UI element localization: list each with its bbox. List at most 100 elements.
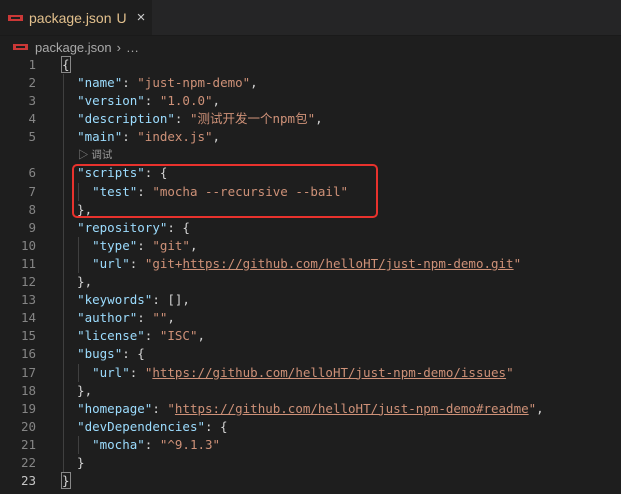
punctuation: ,: [197, 328, 206, 344]
close-icon[interactable]: ×: [137, 10, 146, 25]
line-number: 4: [28, 111, 36, 127]
json-key: "bugs": [77, 346, 123, 362]
code-line: 4 "description": "测试开发一个npm包",: [0, 110, 621, 128]
json-string: "index.js": [137, 129, 213, 145]
untracked-badge: U: [116, 9, 127, 26]
line-number: 20: [20, 418, 36, 434]
breadcrumb-more[interactable]: …: [126, 40, 139, 55]
code-line: 8 },: [0, 201, 621, 219]
line-number: 3: [28, 93, 36, 109]
code-text: "mocha": "^9.1.3": [62, 436, 220, 454]
code-text: "description": "测试开发一个npm包",: [62, 110, 323, 128]
punctuation: [62, 292, 77, 307]
code-text: "test": "mocha --recursive --bail": [62, 183, 348, 201]
chevron-right-icon: ›: [116, 39, 121, 55]
code-line: 7 "test": "mocha --recursive --bail": [0, 183, 621, 201]
code-text: "version": "1.0.0",: [62, 92, 220, 110]
indent-guide: [63, 74, 64, 473]
punctuation: :: [144, 436, 160, 452]
breadcrumb-file[interactable]: package.json: [35, 40, 112, 55]
line-number: 12: [20, 274, 36, 290]
punctuation: :: [144, 93, 160, 109]
punctuation: :: [137, 310, 153, 326]
punctuation: : {: [167, 219, 190, 235]
line-number: 17: [20, 364, 36, 380]
punctuation: [62, 310, 77, 325]
json-key: "license": [77, 328, 145, 344]
json-key: "description": [77, 111, 175, 127]
line-number: 22: [20, 454, 36, 470]
json-string: ": [506, 364, 514, 380]
code-text: "type": "git",: [62, 237, 197, 255]
indent-guide: [78, 363, 79, 382]
punctuation: :: [137, 183, 153, 199]
punctuation: :: [137, 237, 153, 253]
json-string: ": [167, 400, 175, 416]
code-text: "scripts": {: [62, 164, 167, 182]
code-line: 21 "mocha": "^9.1.3": [0, 436, 621, 454]
json-key: "url": [92, 364, 130, 380]
code-line: 16 "bugs": {: [0, 345, 621, 363]
code-text: "homepage": "https://github.com/helloHT/…: [62, 400, 544, 418]
json-string: "测试开发一个npm包": [189, 111, 316, 127]
punctuation: :: [129, 364, 145, 380]
json-key: "scripts": [77, 165, 145, 181]
json-key: "url": [92, 255, 130, 271]
punctuation: ,: [250, 75, 258, 91]
code-editor[interactable]: 1{2 "name": "just-npm-demo", 3 "version":…: [0, 56, 621, 490]
punctuation: },: [62, 274, 93, 290]
breadcrumb: package.json › …: [0, 36, 621, 58]
code-text: }: [62, 454, 85, 472]
line-number: 7: [28, 183, 36, 199]
punctuation: ,: [212, 129, 221, 145]
json-string[interactable]: https://github.com/helloHT/just-npm-demo…: [175, 401, 529, 416]
json-string: "mocha --recursive --bail": [152, 183, 348, 199]
punctuation: ,: [212, 93, 221, 109]
punctuation: [62, 93, 77, 108]
codelens-debug-link[interactable]: ▷ 调试: [78, 146, 112, 164]
code-line: 20 "devDependencies": {: [0, 418, 621, 436]
json-string: "ISC": [159, 328, 198, 344]
line-number: 2: [28, 75, 36, 91]
line-number: 21: [20, 436, 36, 452]
punctuation: [62, 346, 77, 361]
line-number: 1: [28, 57, 36, 72]
line-number: 11: [20, 255, 36, 271]
code-text: "name": "just-npm-demo",: [62, 74, 258, 92]
punctuation: [62, 419, 77, 434]
json-key: "author": [77, 310, 138, 326]
tab-package-json[interactable]: package.json U ×: [0, 0, 152, 35]
punctuation: [62, 129, 77, 144]
json-key: "test": [92, 183, 138, 199]
code-text: },: [62, 201, 92, 219]
code-line: 6 "scripts": {: [0, 164, 621, 182]
json-key: "homepage": [77, 400, 153, 416]
punctuation: {: [61, 56, 71, 73]
punctuation: [62, 165, 77, 180]
punctuation: :: [144, 328, 160, 344]
code-text: "bugs": {: [62, 345, 145, 363]
code-text: "url": "git+https://github.com/helloHT/j…: [62, 255, 521, 273]
json-key: "main": [77, 129, 123, 145]
json-string[interactable]: https://github.com/helloHT/just-npm-demo…: [152, 365, 506, 380]
line-number: 5: [28, 129, 36, 145]
indent-guide: [78, 436, 79, 455]
code-line: 5 "main": "index.js",: [0, 128, 621, 146]
punctuation: ,: [536, 400, 544, 416]
json-key: "name": [77, 75, 123, 91]
code-text: "main": "index.js",: [62, 128, 220, 146]
json-string[interactable]: https://github.com/helloHT/just-npm-demo…: [182, 256, 513, 271]
punctuation: },: [62, 382, 93, 398]
npm-icon: [13, 44, 28, 50]
punctuation: ,: [315, 111, 323, 127]
code-line: 19 "homepage": "https://github.com/hello…: [0, 400, 621, 418]
code-line: 1{: [0, 56, 621, 74]
punctuation: : {: [144, 165, 168, 181]
code-text: {: [61, 56, 71, 74]
code-line: 13 "keywords": [],: [0, 291, 621, 309]
code-text: "devDependencies": {: [62, 418, 228, 436]
code-text: },: [62, 382, 92, 400]
code-text: "license": "ISC",: [62, 327, 205, 345]
indent-guide: [78, 182, 79, 201]
code-text: "url": "https://github.com/helloHT/just-…: [62, 364, 514, 382]
